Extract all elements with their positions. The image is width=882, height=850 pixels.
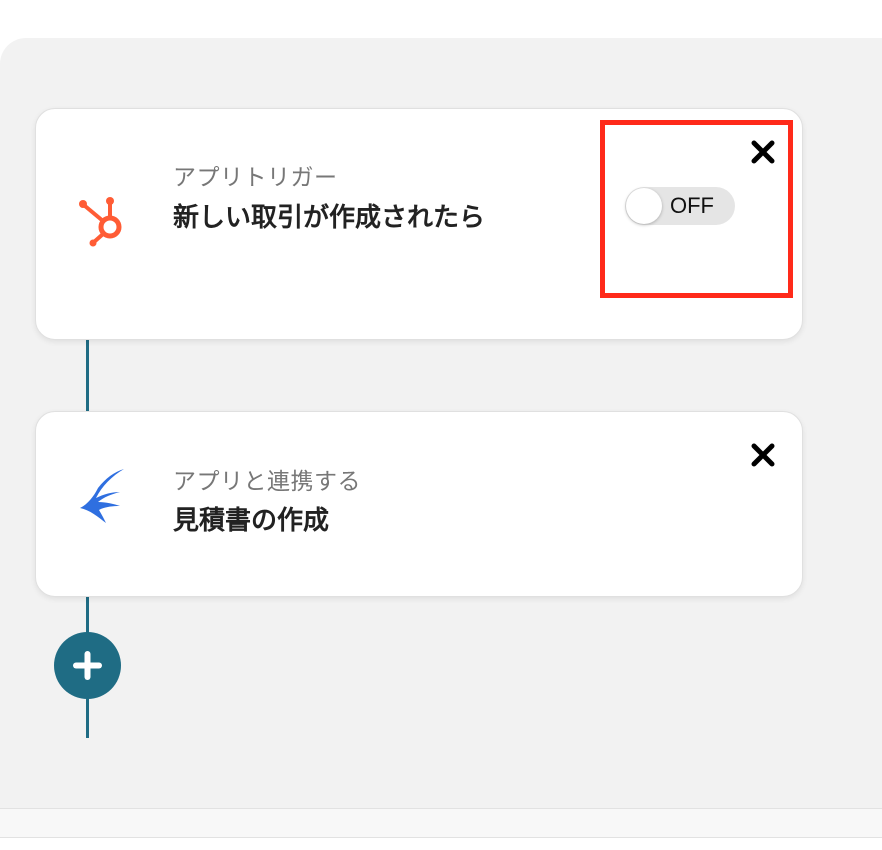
- action-type-label: アプリと連携する: [173, 469, 361, 495]
- swallow-bird-icon: [80, 469, 124, 523]
- hubspot-icon: [79, 197, 122, 247]
- connector-line-top: [86, 338, 89, 411]
- trigger-title: 新しい取引が作成されたら: [173, 203, 486, 233]
- trigger-type-label: アプリトリガー: [173, 165, 338, 191]
- plus-icon: [73, 651, 102, 680]
- action-title: 見積書の作成: [173, 506, 330, 536]
- bottom-bar: [0, 808, 882, 838]
- highlight-annotation-box: [600, 120, 793, 298]
- action-step-card[interactable]: アプリと連携する 見積書の作成: [35, 411, 803, 597]
- add-step-button[interactable]: [54, 632, 121, 699]
- close-icon[interactable]: [750, 442, 776, 468]
